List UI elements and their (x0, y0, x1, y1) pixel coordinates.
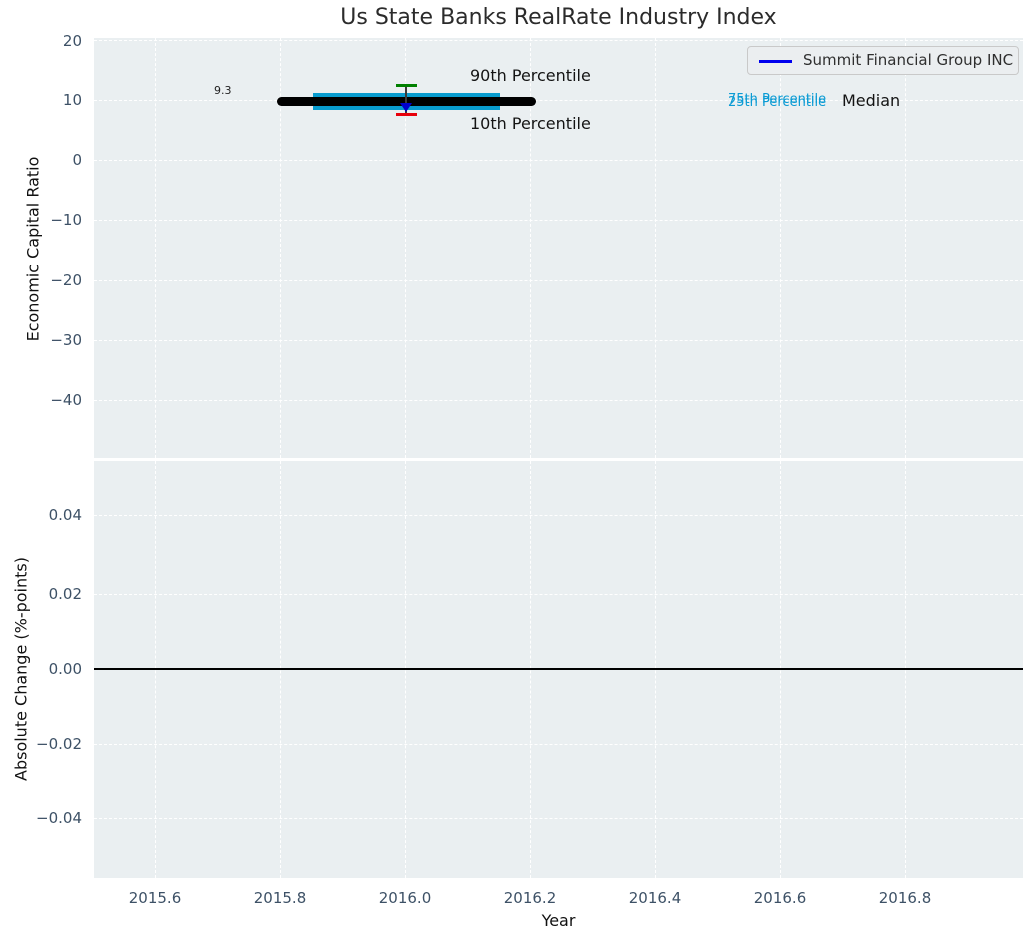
y-tick-label: −0.04 (36, 809, 82, 827)
x-tick-label: 2016.8 (878, 889, 932, 907)
p10-annotation: 10th Percentile (470, 114, 591, 133)
x-tick-label: 2016.4 (628, 889, 682, 907)
legend-label: Summit Financial Group INC (803, 51, 1014, 69)
company-triangle-marker (400, 103, 412, 112)
p90-whisker-cap (396, 84, 417, 87)
y-tick-label: 0.00 (48, 660, 82, 678)
y-tick-label: −30 (50, 331, 82, 349)
legend-box: Summit Financial Group INC (747, 46, 1019, 75)
y-tick-label: −10 (50, 211, 82, 229)
chart-figure: Us State Banks RealRate Industry Index 9… (0, 0, 1034, 942)
x-tick-label: 2015.6 (128, 889, 182, 907)
zero-reference-line (94, 668, 1023, 670)
legend-line-sample (759, 60, 792, 63)
grid-line (94, 515, 1023, 516)
grid-line (94, 594, 1023, 595)
grid-line (94, 280, 1023, 281)
grid-line (655, 38, 656, 458)
grid-line (94, 220, 1023, 221)
grid-line (94, 160, 1023, 161)
y-tick-label: 10 (62, 91, 82, 109)
grid-line (94, 744, 1023, 745)
grid-line (155, 38, 156, 458)
grid-line (94, 340, 1023, 341)
y-axis-ticks-top: 20 10 0 −10 −20 −30 −40 0.04 0.02 0.00 −… (0, 0, 82, 942)
chart-title: Us State Banks RealRate Industry Index (340, 5, 777, 30)
grid-line (94, 400, 1023, 401)
x-tick-label: 2016.0 (378, 889, 432, 907)
y-tick-label: −20 (50, 271, 82, 289)
p25-annotation: 25th Percentile (728, 95, 827, 110)
top-subplot: 9.3 90th Percentile 10th Percentile 75th… (94, 38, 1023, 458)
y-tick-label: 0.04 (48, 506, 82, 524)
y-tick-label: −40 (50, 391, 82, 409)
grid-line (905, 38, 906, 458)
y-axis-label-top: Economic Capital Ratio (23, 156, 43, 342)
grid-line (94, 40, 1023, 41)
x-tick-label: 2016.6 (753, 889, 807, 907)
y-tick-label: 20 (62, 32, 82, 50)
y-tick-label: 0.02 (48, 585, 82, 603)
median-value-annotation: 9.3 (214, 84, 232, 97)
p10-whisker-cap (396, 113, 417, 116)
y-tick-label: 0 (72, 151, 82, 169)
bottom-subplot (94, 461, 1023, 878)
median-annotation: Median (842, 91, 901, 110)
y-tick-label: −0.02 (36, 735, 82, 753)
p90-annotation: 90th Percentile (470, 66, 591, 85)
x-axis-label: Year (541, 911, 576, 930)
grid-line (94, 818, 1023, 819)
x-tick-label: 2016.2 (503, 889, 557, 907)
y-axis-label-bottom: Absolute Change (%-points) (11, 557, 31, 781)
x-tick-label: 2015.8 (253, 889, 307, 907)
